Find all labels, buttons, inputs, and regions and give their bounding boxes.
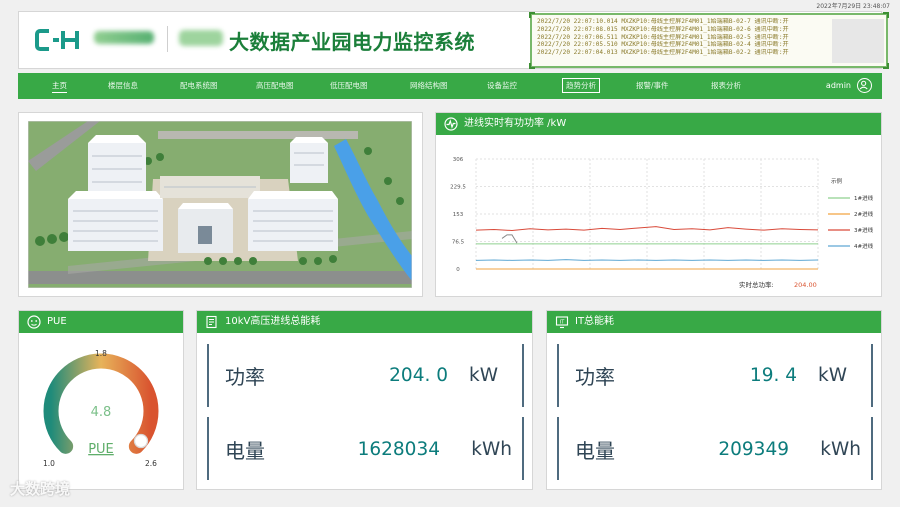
hv-energy-label: 电量: [225, 439, 265, 463]
it-energy-unit: kWh: [820, 439, 861, 460]
log-corner: [529, 63, 535, 69]
hv-panel-header: 10kV高压进线总能耗: [197, 311, 532, 333]
svg-text:IT: IT: [560, 319, 565, 325]
log-corner: [883, 12, 889, 18]
pue-value: 4.8: [91, 405, 112, 420]
legend-label: 4#进线: [854, 242, 874, 250]
pue-caption: PUE: [88, 442, 114, 457]
it-energy-value: 209349: [718, 439, 789, 460]
it-power-label: 功率: [575, 365, 615, 389]
hv-power-unit: kW: [468, 365, 498, 386]
it-power-card: 功率 19. 4 kW: [557, 344, 873, 407]
gauge-min-label: 1.0: [43, 459, 55, 468]
ch-logo-icon: [35, 29, 79, 51]
event-log-line: 2022/7/20 22:07:04.013 MXZKP10:母线主控屏2F4M…: [537, 49, 789, 57]
total-power-label: 实时总功率:: [739, 280, 774, 289]
document-list-icon: [206, 315, 217, 329]
it-energy-card: 电量 209349 kWh: [557, 417, 873, 480]
hv-energy-panel: 10kV高压进线总能耗 功率 204. 0 kW 电量 1628034 kWh: [196, 310, 533, 490]
event-log-side-panel: [832, 19, 884, 63]
hv-energy-value: 1628034: [357, 439, 440, 460]
watermark-text: 大数跨境: [10, 480, 71, 498]
power-line-chart[interactable]: 306 229.5 153 76.5 0 示例 1#进线 2#进线 3#进线 4#进线实时总功率:…: [436, 135, 881, 296]
trend-panel: 进线实时有功功率 /kW 306 229.5 153 76.5 0 示例 1#进线 2#进线 3…: [435, 112, 882, 297]
pue-panel: PUE 1.8 1.0 2.6 4.8 PUE: [18, 310, 184, 490]
username: admin: [825, 81, 851, 90]
gauge-max-label: 2.6: [145, 459, 157, 468]
trend-panel-title: 进线实时有功功率 /kW: [464, 118, 567, 129]
it-panel-header: IT IT总能耗: [547, 311, 881, 333]
legend-label: 3#进线: [854, 226, 874, 234]
header: 大数据产业园电力监控系统 2022/7/20 22:07:10.014 MXZK…: [18, 11, 889, 69]
event-log-list: 2022/7/20 22:07:10.014 MXZKP10:母线主控屏2F4M…: [537, 18, 829, 57]
log-corner: [883, 63, 889, 69]
system-title: 大数据产业园电力监控系统: [229, 30, 475, 54]
brand-divider: [167, 26, 168, 52]
pue-panel-header: PUE: [19, 311, 183, 333]
hv-energy-card: 电量 1628034 kWh: [207, 417, 524, 480]
event-log-line: 2022/7/20 22:07:10.014 MXZKP10:母线主控屏2F4M…: [537, 18, 789, 25]
series-line: [475, 259, 819, 261]
nav-item-hv-diagram[interactable]: 高压配电图: [256, 80, 294, 91]
brand-logo-blurred: [94, 31, 154, 44]
nav-item-floor-info[interactable]: 楼层信息: [108, 80, 138, 91]
user-circle-icon: [857, 78, 872, 93]
main-nav: 主页 楼层信息 配电系统图 高压配电图 低压配电图 网络结构图 设备监控 趋势分…: [18, 73, 882, 99]
hv-power-value: 204. 0: [389, 365, 448, 386]
event-log-line: 2022/7/20 22:07:08.015 MXZKP10:母线主控屏2F4M…: [537, 25, 789, 33]
nav-item-trend-analysis[interactable]: 趋势分析: [562, 78, 600, 93]
hv-energy-unit: kWh: [471, 439, 512, 460]
y-tick-label: 229.5: [450, 185, 466, 191]
nav-item-lv-diagram[interactable]: 低压配电图: [330, 80, 368, 91]
legend-title: 示例: [831, 177, 843, 185]
trend-panel-header: 进线实时有功功率 /kW: [436, 113, 881, 135]
y-tick-label: 306: [453, 157, 464, 163]
pue-gauge: 1.8 1.0 2.6 4.8 PUE: [43, 349, 159, 468]
y-tick-label: 76.5: [452, 240, 465, 246]
event-log-line: 2022/7/20 22:07:06.511 MXZKP10:母线主控屏2F4M…: [537, 33, 789, 41]
event-log-line: 2022/7/20 22:07:05.510 MXZKP10:母线主控屏2F4M…: [537, 41, 789, 49]
it-energy-panel: IT IT总能耗 功率 19. 4 kW 电量 209349 kWh: [546, 310, 882, 490]
gauge-mid-label: 1.8: [95, 349, 107, 358]
gauge-pointer-knob: [133, 433, 149, 449]
nav-item-home[interactable]: 主页: [52, 80, 67, 93]
app-root: 2022年7月29日 23:48:07 大数据产业园电力监控系统 2022/7/…: [0, 0, 900, 507]
gauge-face-icon: [27, 315, 41, 329]
user-menu[interactable]: admin: [826, 78, 872, 93]
event-log-box[interactable]: 2022/7/20 22:07:10.014 MXZKP10:母线主控屏2F4M…: [529, 12, 889, 69]
it-panel-title: IT总能耗: [575, 316, 615, 327]
campus-3d-view[interactable]: [28, 121, 412, 288]
it-monitor-icon: IT: [555, 316, 569, 329]
legend-label: 2#进线: [854, 210, 874, 218]
nav-item-network-diagram[interactable]: 网络结构图: [410, 80, 448, 91]
y-tick-label: 153: [453, 212, 464, 218]
nav-item-reports[interactable]: 报表分析: [711, 80, 741, 91]
brand-name-blurred: [179, 30, 223, 46]
it-energy-label: 电量: [575, 439, 615, 463]
pue-panel-title: PUE: [47, 316, 67, 327]
total-power-value: 204.00: [794, 281, 817, 289]
gauge-arc: [43, 353, 159, 454]
campus-scene-image: [28, 121, 412, 288]
hv-power-label: 功率: [225, 365, 265, 389]
trend-line-icon: [444, 117, 458, 131]
it-power-value: 19. 4: [749, 365, 797, 386]
log-corner: [529, 12, 535, 18]
nav-item-device-monitor[interactable]: 设备监控: [487, 80, 517, 91]
it-power-unit: kW: [817, 365, 847, 386]
hv-panel-title: 10kV高压进线总能耗: [225, 316, 321, 327]
y-tick-label: 0: [456, 267, 460, 273]
nav-item-alarms-events[interactable]: 报警/事件: [636, 80, 669, 91]
nav-item-distribution-diagram[interactable]: 配电系统图: [180, 80, 218, 91]
datetime: 2022年7月29日 23:48:07: [816, 3, 890, 10]
hv-power-card: 功率 204. 0 kW: [207, 344, 524, 407]
legend-label: 1#进线: [854, 194, 874, 202]
